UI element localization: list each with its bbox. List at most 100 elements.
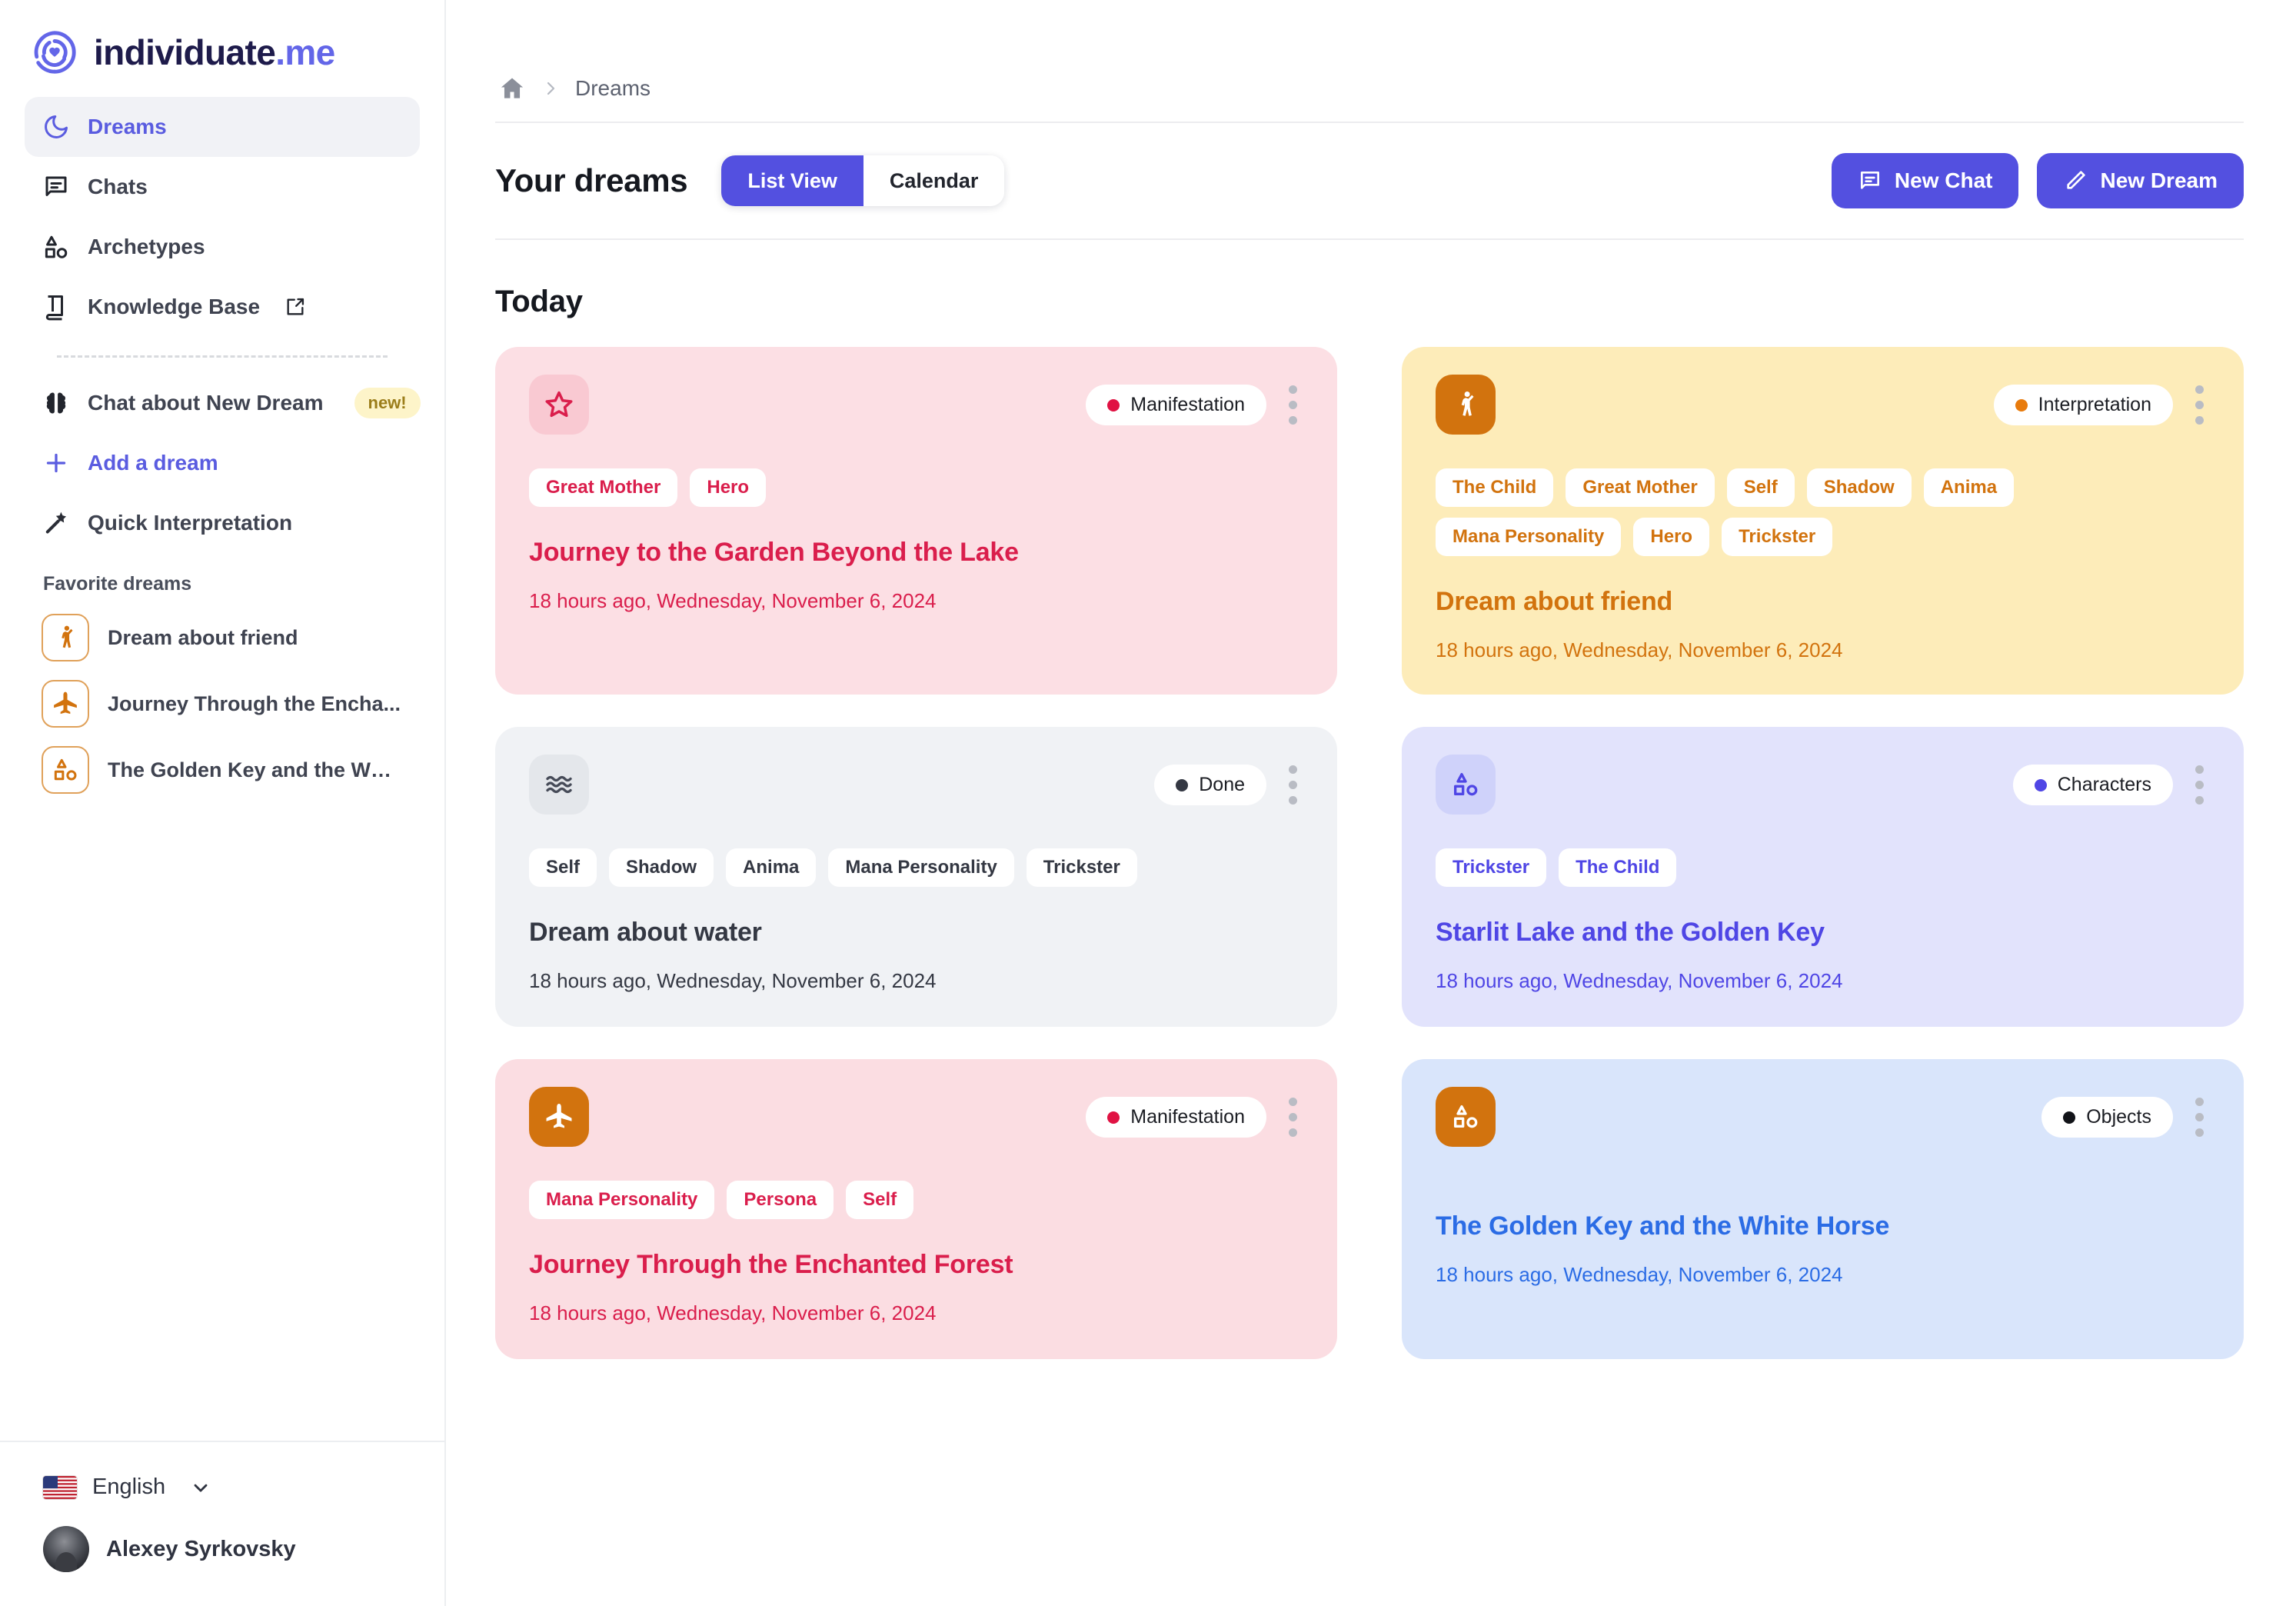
dream-timestamp: 18 hours ago, Wednesday, November 6, 202…: [529, 1301, 937, 1324]
dream-card[interactable]: Interpretation The Child Great Mother Self S…: [1402, 347, 2244, 695]
dream-timestamp: 18 hours ago, Wednesday, November 6, 202…: [529, 589, 937, 612]
sidebar-item-label: Dreams: [88, 115, 167, 138]
dream-card[interactable]: Done Self Shadow Anima Mana Personality Trick…: [495, 727, 1337, 1027]
more-options-icon[interactable]: [1282, 761, 1303, 809]
dream-title[interactable]: Journey Through the Enchanted Forest: [529, 1250, 1303, 1280]
shapes-icon: [42, 746, 89, 794]
status-dot-icon: [2034, 778, 2047, 791]
sidebar-item-archetypes[interactable]: Archetypes: [25, 217, 420, 277]
status-badge[interactable]: Interpretation: [1993, 385, 2173, 425]
archetype-tag[interactable]: Persona: [727, 1181, 834, 1219]
favorite-dream-item[interactable]: The Golden Key and the Whi...: [0, 737, 444, 803]
archetype-tag[interactable]: The Child: [1559, 848, 1677, 887]
sidebar-item-label: Chats: [88, 175, 148, 198]
dream-title[interactable]: Journey to the Garden Beyond the Lake: [529, 538, 1303, 568]
archetype-tag[interactable]: Shadow: [1806, 468, 1912, 507]
archetype-tag[interactable]: Hero: [1633, 518, 1710, 556]
new-dream-button[interactable]: New Dream: [2037, 153, 2244, 208]
dream-card[interactable]: Manifestation Great Mother Hero Journey to …: [495, 347, 1337, 695]
user-profile[interactable]: Alexey Syrkovsky: [0, 1506, 444, 1572]
sidebar-item-label: Chat about New Dream: [88, 391, 324, 415]
status-badge[interactable]: Characters: [2012, 765, 2173, 805]
main-content: Dreams Your dreams List View Calendar Ne…: [446, 0, 2296, 1606]
archetype-tag[interactable]: Trickster: [1722, 518, 1833, 556]
airplane-icon: [529, 1087, 589, 1147]
breadcrumb-current[interactable]: Dreams: [575, 76, 651, 101]
status-label: Manifestation: [1130, 394, 1245, 415]
language-selector[interactable]: English: [0, 1468, 444, 1506]
status-badge[interactable]: Manifestation: [1086, 1097, 1266, 1138]
archetype-tag[interactable]: Anima: [1923, 468, 2015, 507]
more-options-icon[interactable]: [1282, 381, 1303, 429]
archetype-tag[interactable]: The Child: [1436, 468, 1554, 507]
sidebar-item-chats[interactable]: Chats: [25, 157, 420, 217]
chat-icon: [1858, 168, 1882, 193]
archetype-tag[interactable]: Hero: [690, 468, 767, 507]
wand-icon: [42, 508, 71, 538]
dream-timestamp: 18 hours ago, Wednesday, November 6, 202…: [1436, 1263, 1843, 1286]
dream-card-header: Interpretation: [1436, 375, 2210, 435]
archetype-tag[interactable]: Trickster: [1436, 848, 1547, 887]
dream-title[interactable]: Starlit Lake and the Golden Key: [1436, 918, 2210, 948]
archetype-tag[interactable]: Self: [1726, 468, 1795, 507]
dream-card-header: Manifestation: [529, 1087, 1303, 1147]
dream-title[interactable]: Dream about friend: [1436, 587, 2210, 617]
archetype-tag[interactable]: Shadow: [609, 848, 714, 887]
archetype-tag[interactable]: Trickster: [1026, 848, 1137, 887]
sidebar-item-dreams[interactable]: Dreams: [25, 97, 420, 157]
plus-icon: [42, 448, 71, 478]
shapes-icon: [42, 232, 71, 262]
dream-title[interactable]: The Golden Key and the White Horse: [1436, 1211, 2210, 1241]
archetype-tag[interactable]: Self: [529, 848, 597, 887]
dream-card[interactable]: Objects The Golden Key and the White Hors…: [1402, 1059, 2244, 1359]
status-badge[interactable]: Manifestation: [1086, 385, 1266, 425]
status-dot-icon: [1107, 1111, 1120, 1124]
dream-card-meta: Done: [1154, 755, 1303, 809]
archetype-tag[interactable]: Mana Personality: [1436, 518, 1622, 556]
archetype-tag[interactable]: Great Mother: [1566, 468, 1715, 507]
archetype-tag[interactable]: Mana Personality: [529, 1181, 715, 1219]
sidebar-item-quick-interpretation[interactable]: Quick Interpretation: [25, 493, 420, 553]
dream-card-meta: Interpretation: [1993, 375, 2210, 429]
sidebar-item-knowledge-base[interactable]: Knowledge Base: [25, 277, 420, 337]
archetype-tag[interactable]: Great Mother: [529, 468, 678, 507]
external-link-icon: [285, 296, 306, 318]
favorite-dream-item[interactable]: Journey Through the Encha...: [0, 671, 444, 737]
new-chat-button[interactable]: New Chat: [1831, 153, 2019, 208]
dream-card[interactable]: Manifestation Mana Personality Persona Self…: [495, 1059, 1337, 1359]
dream-card-header: Done: [529, 755, 1303, 815]
more-options-icon[interactable]: [2188, 381, 2210, 429]
archetype-tag-list: Great Mother Hero: [529, 468, 1303, 507]
status-label: Done: [1199, 774, 1245, 795]
view-toggle: List View Calendar: [721, 155, 1005, 206]
sidebar-item-chat-about-new-dream[interactable]: Chat about New Dream new!: [25, 373, 421, 433]
home-icon[interactable]: [498, 75, 526, 102]
language-label: English: [92, 1474, 166, 1499]
favorite-dream-item[interactable]: Dream about friend: [0, 605, 444, 671]
sidebar-item-add-a-dream[interactable]: Add a dream: [25, 433, 420, 493]
dream-card[interactable]: Characters Trickster The Child Starlit Lake…: [1402, 727, 2244, 1027]
sidebar-nav: Dreams Chats Archetypes Knowledge Base C…: [0, 83, 444, 553]
archetype-tag[interactable]: Anima: [726, 848, 817, 887]
breadcrumb: Dreams: [446, 0, 2296, 122]
more-options-icon[interactable]: [2188, 1093, 2210, 1141]
more-options-icon[interactable]: [1282, 1093, 1303, 1141]
new-badge: new!: [354, 388, 421, 418]
status-badge[interactable]: Done: [1154, 765, 1266, 805]
dream-title[interactable]: Dream about water: [529, 918, 1303, 948]
person-waving-icon: [1436, 375, 1496, 435]
shapes-icon: [1436, 1087, 1496, 1147]
app-root: individuate.me Dreams Chats Archetypes K…: [0, 0, 2296, 1606]
brand-logo[interactable]: individuate.me: [0, 0, 444, 83]
dream-card-header: Characters: [1436, 755, 2210, 815]
tab-calendar[interactable]: Calendar: [863, 155, 1005, 206]
archetype-tag-list: Trickster The Child: [1436, 848, 2210, 887]
sidebar-footer: English Alexey Syrkovsky: [0, 1441, 444, 1606]
new-chat-label: New Chat: [1894, 168, 1993, 192]
archetype-tag[interactable]: Self: [846, 1181, 914, 1219]
page-header: Your dreams List View Calendar New Chat …: [446, 123, 2296, 238]
tab-list-view[interactable]: List View: [721, 155, 863, 206]
archetype-tag[interactable]: Mana Personality: [828, 848, 1014, 887]
status-badge[interactable]: Objects: [2041, 1097, 2173, 1138]
more-options-icon[interactable]: [2188, 761, 2210, 809]
